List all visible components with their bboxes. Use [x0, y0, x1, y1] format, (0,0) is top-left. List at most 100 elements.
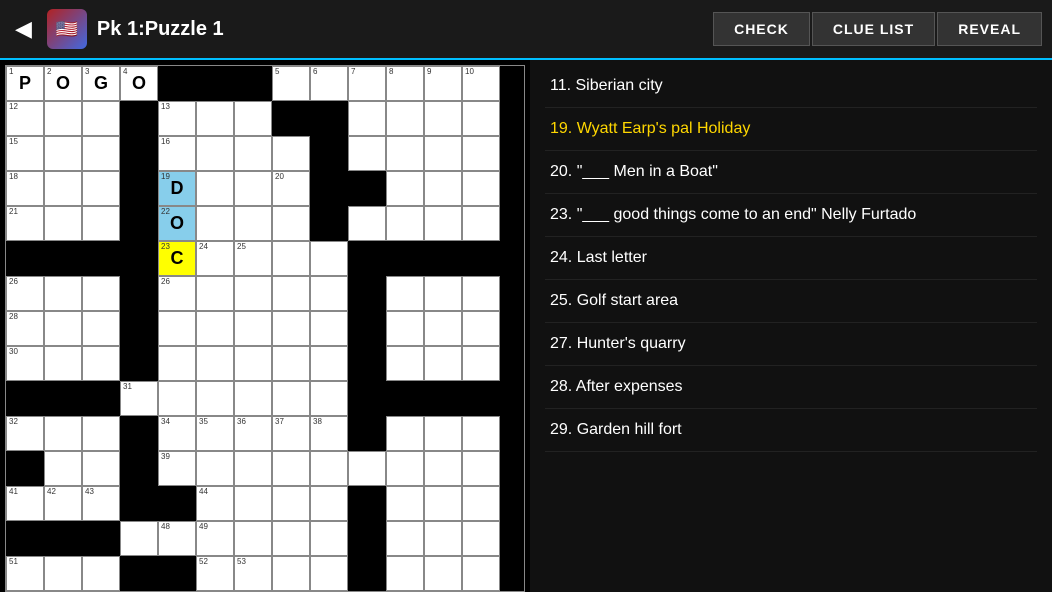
grid-cell[interactable] [348, 136, 386, 171]
grid-cell[interactable] [234, 381, 272, 416]
grid-cell[interactable] [158, 311, 196, 346]
grid-cell[interactable] [462, 486, 500, 521]
grid-cell[interactable] [348, 521, 386, 556]
grid-cell[interactable] [196, 66, 234, 101]
grid-cell[interactable] [196, 311, 234, 346]
grid-cell[interactable] [310, 171, 348, 206]
grid-cell[interactable]: 12 [6, 101, 44, 136]
grid-cell[interactable]: 9 [424, 66, 462, 101]
grid-cell[interactable] [120, 556, 158, 591]
clue-item[interactable]: 20. "___ Men in a Boat" [545, 151, 1037, 194]
grid-cell[interactable]: 26 [158, 276, 196, 311]
grid-cell[interactable] [44, 171, 82, 206]
grid-cell[interactable] [424, 416, 462, 451]
grid-cell[interactable] [424, 486, 462, 521]
grid-cell[interactable] [120, 346, 158, 381]
grid-cell[interactable]: 6 [310, 66, 348, 101]
grid-cell[interactable] [120, 171, 158, 206]
grid-cell[interactable] [386, 276, 424, 311]
grid-cell[interactable] [82, 171, 120, 206]
grid-cell[interactable] [82, 381, 120, 416]
grid-cell[interactable]: 31 [120, 381, 158, 416]
grid-cell[interactable] [234, 101, 272, 136]
grid-cell[interactable] [348, 486, 386, 521]
grid-cell[interactable]: 5 [272, 66, 310, 101]
grid-cell[interactable] [44, 556, 82, 591]
grid-cell[interactable] [462, 416, 500, 451]
grid-cell[interactable] [196, 346, 234, 381]
grid-cell[interactable] [120, 311, 158, 346]
grid-cell[interactable] [272, 276, 310, 311]
clue-item[interactable]: 27. Hunter's quarry [545, 323, 1037, 366]
grid-cell[interactable] [272, 486, 310, 521]
grid-cell[interactable]: 44 [196, 486, 234, 521]
grid-cell[interactable] [310, 556, 348, 591]
grid-cell[interactable]: 10 [462, 66, 500, 101]
grid-cell[interactable]: 23C [158, 241, 196, 276]
clue-item[interactable]: 28. After expenses [545, 366, 1037, 409]
grid-cell[interactable] [348, 206, 386, 241]
grid-cell[interactable]: 36 [234, 416, 272, 451]
grid-cell[interactable] [44, 311, 82, 346]
grid-cell[interactable] [196, 451, 234, 486]
grid-cell[interactable] [44, 276, 82, 311]
grid-cell[interactable]: 52 [196, 556, 234, 591]
grid-cell[interactable]: 39 [158, 451, 196, 486]
grid-cell[interactable] [6, 521, 44, 556]
grid-cell[interactable]: 3G [82, 66, 120, 101]
grid-cell[interactable] [196, 381, 234, 416]
grid-cell[interactable] [462, 171, 500, 206]
grid-cell[interactable] [348, 241, 386, 276]
grid-cell[interactable] [6, 241, 44, 276]
grid-cell[interactable] [158, 346, 196, 381]
grid-cell[interactable] [386, 521, 424, 556]
grid-cell[interactable] [386, 311, 424, 346]
grid-cell[interactable]: 13 [158, 101, 196, 136]
grid-cell[interactable] [386, 101, 424, 136]
grid-cell[interactable] [196, 206, 234, 241]
grid-cell[interactable] [234, 311, 272, 346]
grid-cell[interactable] [234, 66, 272, 101]
grid-cell[interactable] [348, 346, 386, 381]
grid-cell[interactable] [120, 206, 158, 241]
grid-cell[interactable] [44, 381, 82, 416]
grid-cell[interactable] [310, 451, 348, 486]
grid-cell[interactable] [310, 276, 348, 311]
grid-cell[interactable]: 53 [234, 556, 272, 591]
grid-cell[interactable] [272, 521, 310, 556]
clue-item[interactable]: 19. Wyatt Earp's pal Holiday [545, 108, 1037, 151]
grid-cell[interactable] [158, 486, 196, 521]
grid-cell[interactable] [6, 451, 44, 486]
clue-item[interactable]: 25. Golf start area [545, 280, 1037, 323]
grid-cell[interactable] [272, 451, 310, 486]
grid-cell[interactable] [386, 171, 424, 206]
grid-cell[interactable] [120, 241, 158, 276]
grid-cell[interactable] [386, 416, 424, 451]
grid-cell[interactable] [82, 206, 120, 241]
grid-cell[interactable] [310, 311, 348, 346]
grid-cell[interactable] [158, 66, 196, 101]
grid-cell[interactable] [386, 556, 424, 591]
grid-cell[interactable] [462, 521, 500, 556]
grid-cell[interactable] [348, 276, 386, 311]
grid-cell[interactable] [82, 451, 120, 486]
grid-cell[interactable] [120, 486, 158, 521]
clue-list-button[interactable]: CLUE LIST [812, 12, 935, 46]
grid-cell[interactable] [348, 381, 386, 416]
grid-cell[interactable] [82, 311, 120, 346]
grid-cell[interactable] [310, 381, 348, 416]
grid-cell[interactable] [120, 136, 158, 171]
grid-cell[interactable] [462, 346, 500, 381]
grid-cell[interactable] [462, 241, 500, 276]
grid-cell[interactable] [82, 136, 120, 171]
grid-cell[interactable] [234, 521, 272, 556]
grid-cell[interactable] [424, 171, 462, 206]
grid-cell[interactable] [82, 346, 120, 381]
grid-cell[interactable] [196, 276, 234, 311]
grid-cell[interactable] [234, 486, 272, 521]
grid-cell[interactable]: 22O [158, 206, 196, 241]
grid-cell[interactable]: 26 [6, 276, 44, 311]
clue-item[interactable]: 11. Siberian city [545, 65, 1037, 108]
grid-cell[interactable]: 51 [6, 556, 44, 591]
grid-cell[interactable] [120, 451, 158, 486]
